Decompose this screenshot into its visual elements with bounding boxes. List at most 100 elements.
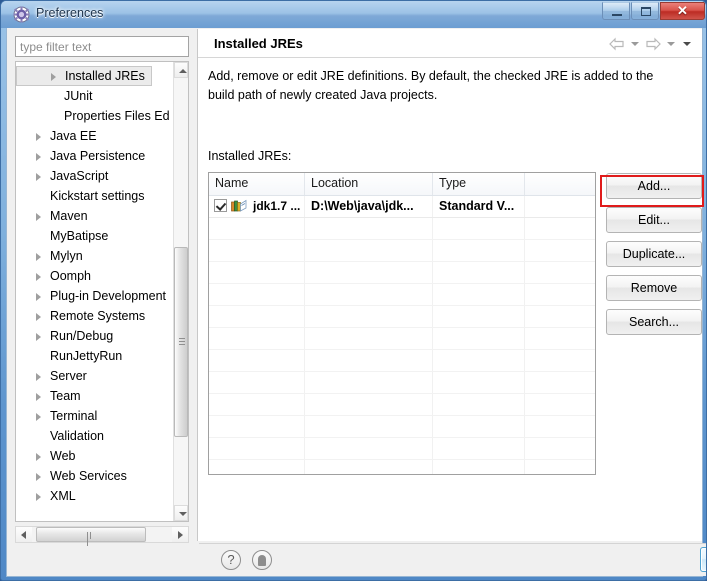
- expand-arrow-icon[interactable]: [36, 253, 41, 261]
- back-arrow-icon[interactable]: [609, 37, 625, 51]
- table-row-empty[interactable]: [209, 218, 595, 240]
- table-row-empty[interactable]: [209, 416, 595, 438]
- expand-arrow-icon[interactable]: [36, 493, 41, 501]
- table-row-empty[interactable]: [209, 306, 595, 328]
- table-row-empty[interactable]: [209, 284, 595, 306]
- expand-arrow-icon[interactable]: [36, 413, 41, 421]
- back-menu-chevron-down-icon[interactable]: [631, 42, 639, 46]
- sidebar-item-run-debug[interactable]: Run/Debug: [16, 326, 176, 346]
- cell-empty: [209, 240, 305, 261]
- table-row-empty[interactable]: [209, 460, 595, 474]
- tree-vertical-scrollbar[interactable]: [173, 62, 188, 521]
- table-row-empty[interactable]: [209, 350, 595, 372]
- expand-arrow-icon[interactable]: [36, 173, 41, 181]
- sidebar-item-xml[interactable]: XML: [16, 486, 176, 506]
- column-header-blank[interactable]: [525, 173, 595, 195]
- jre-checkbox[interactable]: [214, 199, 227, 212]
- cell-empty: [209, 218, 305, 239]
- cell-empty: [305, 372, 433, 393]
- expand-arrow-icon[interactable]: [36, 333, 41, 341]
- sidebar-item-javascript[interactable]: JavaScript: [16, 166, 176, 186]
- filter-placeholder: type filter text: [20, 40, 92, 54]
- table-row-empty[interactable]: [209, 372, 595, 394]
- sidebar-item-web-services[interactable]: Web Services: [16, 466, 176, 486]
- sidebar-item-team[interactable]: Team: [16, 386, 176, 406]
- cell-location: D:\Web\java\jdk...: [305, 196, 433, 217]
- preferences-tree[interactable]: Installed JREs JUnit Properties Files Ed Ja…: [15, 61, 189, 522]
- help-icon[interactable]: ?: [221, 550, 241, 570]
- sidebar-item-installed-jres[interactable]: Installed JREs: [16, 66, 152, 86]
- sidebar-item-maven[interactable]: Maven: [16, 206, 176, 226]
- scroll-right-button[interactable]: [172, 527, 188, 542]
- column-header-type[interactable]: Type: [433, 173, 525, 195]
- filter-input[interactable]: type filter text: [15, 36, 189, 57]
- installed-jres-table[interactable]: Name Location Type jdk1.7 ... D:\Web\java\j…: [208, 172, 596, 475]
- scroll-left-button[interactable]: [16, 527, 32, 542]
- sidebar-item-terminal[interactable]: Terminal: [16, 406, 176, 426]
- sidebar-item-validation[interactable]: Validation: [16, 426, 176, 446]
- expand-arrow-icon[interactable]: [36, 273, 41, 281]
- close-button[interactable]: ✕: [660, 2, 705, 20]
- triangle-left-icon: [21, 531, 26, 539]
- table-row-empty[interactable]: [209, 394, 595, 416]
- maximize-button[interactable]: [631, 2, 659, 20]
- column-header-name[interactable]: Name: [209, 173, 305, 195]
- expand-arrow-icon[interactable]: [36, 133, 41, 141]
- sidebar-item-label: Mylyn: [50, 249, 83, 263]
- view-menu-chevron-down-icon[interactable]: [683, 42, 691, 46]
- table-row-empty[interactable]: [209, 262, 595, 284]
- expand-arrow-icon[interactable]: [36, 293, 41, 301]
- tree-horizontal-scrollbar[interactable]: [15, 526, 189, 546]
- edit-button[interactable]: Edit...: [606, 207, 702, 233]
- sidebar-item-plug-in-development[interactable]: Plug-in Development: [16, 286, 176, 306]
- sidebar-item-web[interactable]: Web: [16, 446, 176, 466]
- table-row-empty[interactable]: [209, 438, 595, 460]
- expand-arrow-icon[interactable]: [36, 393, 41, 401]
- remove-button[interactable]: Remove: [606, 275, 702, 301]
- forward-arrow-icon[interactable]: [645, 37, 661, 51]
- expand-arrow-icon[interactable]: [51, 73, 56, 81]
- add-button[interactable]: Add...: [606, 173, 702, 199]
- sidebar-item-mylyn[interactable]: Mylyn: [16, 246, 176, 266]
- expand-arrow-icon[interactable]: [36, 373, 41, 381]
- cell-empty: [525, 328, 595, 349]
- title-bar[interactable]: Preferences ✕: [1, 1, 706, 28]
- expand-arrow-icon[interactable]: [36, 153, 41, 161]
- table-row-empty[interactable]: [209, 328, 595, 350]
- sidebar-item-label: Web Services: [50, 469, 127, 483]
- expand-arrow-icon[interactable]: [36, 213, 41, 221]
- minimize-button[interactable]: [602, 2, 630, 20]
- sidebar-item-oomph[interactable]: Oomph: [16, 266, 176, 286]
- cell-empty: [305, 240, 433, 261]
- column-header-location[interactable]: Location: [305, 173, 433, 195]
- sidebar-item-java-persistence[interactable]: Java Persistence: [16, 146, 176, 166]
- scroll-up-button[interactable]: [174, 62, 188, 78]
- table-row-empty[interactable]: [209, 240, 595, 262]
- sidebar-item-label: Remote Systems: [50, 309, 146, 323]
- sidebar-item-properties-files-ed[interactable]: Properties Files Ed: [16, 106, 176, 126]
- sidebar-item-label: Run/Debug: [50, 329, 114, 343]
- scroll-down-button[interactable]: [174, 505, 188, 521]
- sidebar-item-kickstart-settings[interactable]: Kickstart settings: [16, 186, 176, 206]
- table-row[interactable]: jdk1.7 ... D:\Web\java\jdk... Standard V..…: [209, 196, 595, 218]
- horizontal-scroll-thumb[interactable]: [36, 527, 146, 546]
- sidebar-item-server[interactable]: Server: [16, 366, 176, 386]
- forward-menu-chevron-down-icon[interactable]: [667, 42, 675, 46]
- sidebar-item-junit[interactable]: JUnit: [16, 86, 176, 106]
- duplicate-button[interactable]: Duplicate...: [606, 241, 702, 267]
- cheat-sheet-icon[interactable]: [252, 550, 272, 570]
- search-button[interactable]: Search...: [606, 309, 702, 335]
- cell-empty: [209, 438, 305, 459]
- expand-arrow-icon[interactable]: [36, 453, 41, 461]
- expand-arrow-icon[interactable]: [36, 473, 41, 481]
- ok-button[interactable]: OK: [700, 547, 706, 572]
- maximize-icon: [641, 7, 651, 16]
- scroll-thumb[interactable]: [174, 247, 188, 437]
- sidebar-item-runjettyrun[interactable]: RunJettyRun: [16, 346, 176, 366]
- sidebar-item-java-ee[interactable]: Java EE: [16, 126, 176, 146]
- sidebar-item-remote-systems[interactable]: Remote Systems: [16, 306, 176, 326]
- expand-arrow-icon[interactable]: [36, 313, 41, 321]
- cell-empty: [209, 328, 305, 349]
- cell-empty: [433, 460, 525, 474]
- sidebar-item-mybatipse[interactable]: MyBatipse: [16, 226, 176, 246]
